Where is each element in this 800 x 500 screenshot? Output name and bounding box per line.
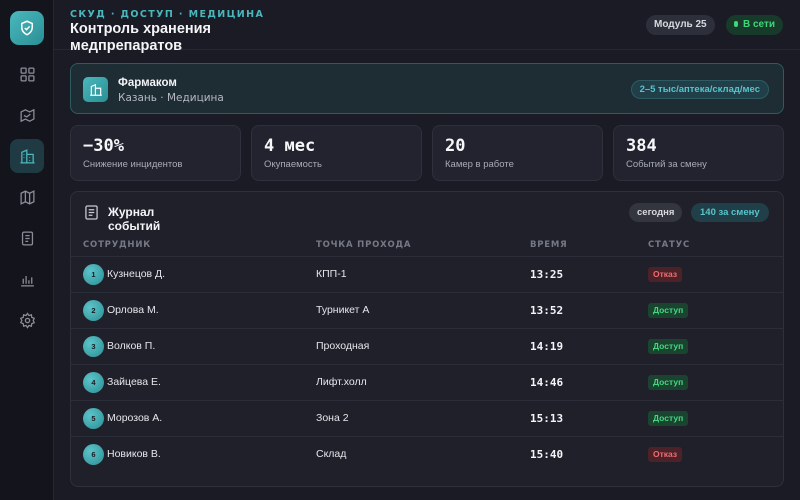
employee-name: Морозов А. [107, 412, 163, 424]
status-badge: Доступ [648, 339, 689, 354]
row-number-badge: 2 [83, 300, 104, 321]
row-number-badge: 1 [83, 264, 104, 285]
access-point: Проходная [316, 340, 370, 352]
stat-label: Событий за смену [626, 159, 707, 170]
column-header-point[interactable]: ТОЧКА ПРОХОДА [316, 240, 411, 250]
column-header-status[interactable]: СТАТУС [648, 240, 690, 250]
event-time: 13:52 [530, 304, 564, 317]
header: СКУД · ДОСТУП · МЕДИЦИНА Контроль хранен… [54, 0, 800, 54]
stat-card: 20 Камер в работе [432, 125, 603, 181]
page-title: Контроль хранения медпрепаратов [70, 21, 212, 54]
event-time: 15:13 [530, 412, 564, 425]
bar-chart-icon[interactable] [10, 262, 44, 296]
table-row[interactable]: 5 Морозов А. Зона 2 15:13 Доступ [71, 400, 783, 436]
column-header-employee[interactable]: СОТРУДНИК [83, 240, 151, 250]
journal-title: Журнал событий [108, 205, 161, 233]
stat-card: 4 мес Окупаемость [251, 125, 422, 181]
map-icon[interactable] [10, 180, 44, 214]
breadcrumb: СКУД · ДОСТУП · МЕДИЦИНА [70, 9, 265, 20]
online-status-badge: В сети [726, 15, 784, 35]
event-time: 14:46 [530, 376, 564, 389]
stat-label: Камер в работе [445, 159, 514, 170]
stat-label: Окупаемость [264, 159, 322, 170]
access-point: КПП-1 [316, 268, 347, 280]
organization-subtitle: Казань · Медицина [118, 92, 224, 104]
stat-value: −30% [83, 136, 124, 156]
gear-icon[interactable] [10, 303, 44, 337]
status-badge: Доступ [648, 375, 689, 390]
stat-value: 384 [626, 136, 657, 156]
filter-today-button[interactable]: сегодня [629, 203, 683, 222]
event-journal: Журнал событий сегодня 140 за смену СОТР… [70, 191, 784, 487]
online-status-label: В сети [743, 19, 776, 30]
table-row[interactable]: 3 Волков П. Проходная 14:19 Доступ [71, 328, 783, 364]
row-number-badge: 4 [83, 372, 104, 393]
map-route-icon[interactable] [10, 98, 44, 132]
sidebar [0, 0, 54, 500]
shield-logo-icon[interactable] [10, 11, 44, 45]
building-icon [83, 77, 108, 102]
organization-name: Фармаком [118, 77, 177, 89]
employee-name: Кузнецов Д. [107, 268, 166, 280]
stat-card: 384 Событий за смену [613, 125, 784, 181]
pricing-badge: 2–5 тыс/аптека/склад/мес [630, 80, 769, 99]
event-time: 15:40 [530, 448, 564, 461]
table-row[interactable]: 1 Кузнецов Д. КПП-1 13:25 Отказ [71, 256, 783, 292]
stat-label: Снижение инцидентов [83, 159, 183, 170]
access-point: Лифт.холл [316, 376, 367, 388]
access-point: Зона 2 [316, 412, 349, 424]
row-number-badge: 6 [83, 444, 104, 465]
status-badge: Отказ [648, 447, 683, 462]
shift-count-badge: 140 за смену [691, 203, 769, 222]
stat-card: −30% Снижение инцидентов [70, 125, 241, 181]
module-badge: Модуль 25 [646, 15, 715, 35]
event-time: 13:25 [530, 268, 564, 281]
employee-name: Волков П. [107, 340, 156, 352]
access-point: Склад [316, 448, 347, 460]
document-icon[interactable] [10, 221, 44, 255]
main-area: СКУД · ДОСТУП · МЕДИЦИНА Контроль хранен… [54, 0, 800, 500]
status-badge: Доступ [648, 303, 689, 318]
building-icon[interactable] [10, 139, 44, 173]
event-time: 14:19 [530, 340, 564, 353]
employee-name: Орлова М. [107, 304, 159, 316]
status-dot-icon [734, 21, 738, 27]
stat-value: 4 мес [264, 136, 316, 156]
employee-name: Новиков В. [107, 448, 161, 460]
table-row[interactable]: 4 Зайцева Е. Лифт.холл 14:46 Доступ [71, 364, 783, 400]
table-row[interactable]: 6 Новиков В. Склад 15:40 Отказ [71, 436, 783, 472]
employee-name: Зайцева Е. [107, 376, 161, 388]
document-icon [85, 205, 98, 220]
dashboard-icon[interactable] [10, 57, 44, 91]
status-badge: Отказ [648, 267, 683, 282]
row-number-badge: 3 [83, 336, 104, 357]
column-header-time[interactable]: ВРЕМЯ [530, 240, 568, 250]
table-row[interactable]: 2 Орлова М. Турникет А 13:52 Доступ [71, 292, 783, 328]
stat-value: 20 [445, 136, 466, 156]
organization-card[interactable]: Фармаком Казань · Медицина 2–5 тыс/аптек… [70, 63, 784, 114]
row-number-badge: 5 [83, 408, 104, 429]
status-badge: Доступ [648, 411, 689, 426]
access-point: Турникет А [316, 304, 370, 316]
